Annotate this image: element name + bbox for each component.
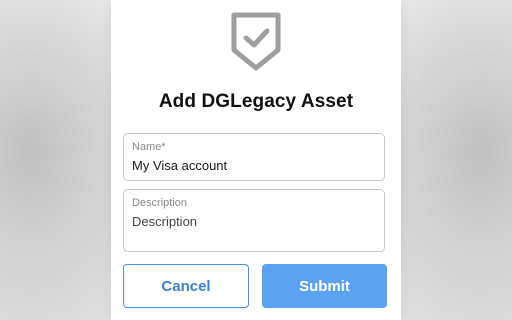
- description-field-placeholder[interactable]: Description: [132, 214, 197, 229]
- cancel-button[interactable]: Cancel: [123, 264, 249, 308]
- name-field-label: Name*: [132, 141, 166, 153]
- shield-check-icon: [231, 12, 281, 71]
- add-asset-dialog: Add DGLegacy Asset Name* My Visa account…: [111, 0, 401, 320]
- dialog-title: Add DGLegacy Asset: [158, 91, 354, 112]
- submit-button[interactable]: Submit: [262, 264, 387, 308]
- name-field-value[interactable]: My Visa account: [132, 158, 227, 173]
- description-field[interactable]: Description Description: [123, 189, 385, 252]
- description-field-label: Description: [132, 197, 188, 209]
- name-field[interactable]: Name* My Visa account: [123, 133, 385, 181]
